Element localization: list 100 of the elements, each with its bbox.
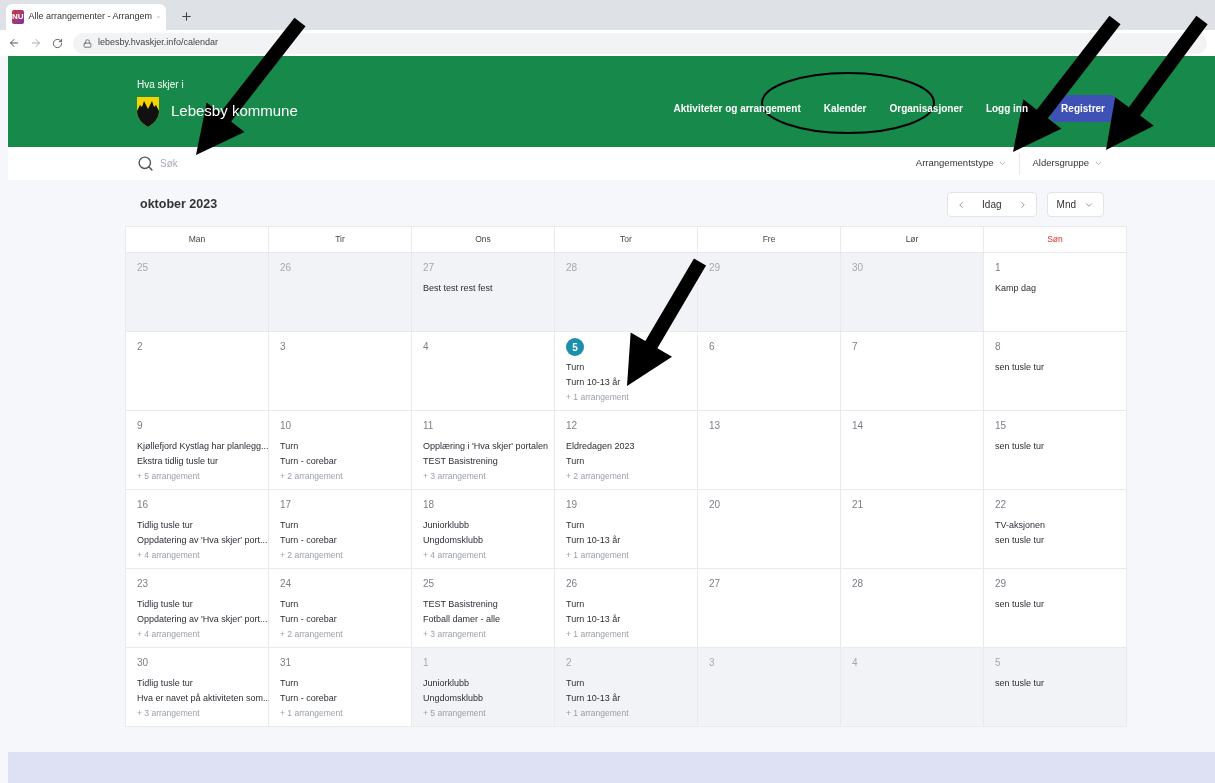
day-number: 11 xyxy=(423,419,434,433)
event-link[interactable]: sen tusle tur xyxy=(995,534,1045,546)
event-link[interactable]: Ungdomsklubb xyxy=(423,692,484,704)
event-link[interactable]: Tidlig tusle tur xyxy=(137,598,193,610)
day-cell[interactable]: 28 xyxy=(841,569,984,648)
event-link[interactable]: Turn - corebar xyxy=(280,692,337,704)
new-tab-icon[interactable] xyxy=(180,10,193,23)
today-button[interactable]: Idag xyxy=(982,197,1002,212)
day-cell[interactable]: 16 Tidlig tusle tur Oppdatering av 'Hva skjer' port... + 4 arrangement xyxy=(126,490,269,569)
filter-dropdown[interactable]: Aldersgruppe xyxy=(1019,152,1115,175)
day-cell[interactable]: 14 xyxy=(841,411,984,490)
day-cell[interactable]: 29 sen tusle tur xyxy=(984,569,1127,648)
day-cell[interactable]: 21 xyxy=(841,490,984,569)
event-link[interactable]: sen tusle tur xyxy=(995,361,1045,373)
event-link[interactable]: Turn - corebar xyxy=(280,613,337,625)
event-link[interactable]: TEST Basistrening xyxy=(423,455,498,467)
forward-icon[interactable] xyxy=(30,37,42,49)
event-link[interactable]: Oppdatering av 'Hva skjer' port... xyxy=(137,613,268,625)
event-link[interactable]: Turn xyxy=(566,455,585,467)
event-link[interactable]: Turn xyxy=(280,440,299,452)
day-cell[interactable]: 12 Eldredagen 2023 Turn + 2 arrangement xyxy=(555,411,698,490)
event-link[interactable]: Turn 10-13 år xyxy=(566,376,621,388)
day-cell[interactable]: 8 sen tusle tur xyxy=(984,332,1127,411)
day-cell[interactable]: 24 Turn Turn - corebar + 2 arrangement xyxy=(269,569,412,648)
address-bar[interactable]: lebesby.hvaskjer.info/calendar xyxy=(73,32,1207,54)
day-cell[interactable]: 2 Turn Turn 10-13 år + 1 arrangement xyxy=(555,648,698,727)
day-cell[interactable]: 30 Tidlig tusle tur Hva er navet på aktiviteten som... + 3 arrangement xyxy=(126,648,269,727)
event-link[interactable]: Fotball damer - alle xyxy=(423,613,501,625)
day-cell[interactable]: 5 sen tusle tur xyxy=(984,648,1127,727)
day-cell[interactable]: 11 Opplæring i 'Hva skjer' portalen TEST Basistrening + 3 arrangement xyxy=(412,411,555,490)
day-cell[interactable]: 15 sen tusle tur xyxy=(984,411,1127,490)
event-link[interactable]: Eldredagen 2023 xyxy=(566,440,635,452)
event-link[interactable]: Opplæring i 'Hva skjer' portalen xyxy=(423,440,548,452)
day-number: 3 xyxy=(280,340,286,354)
view-dropdown[interactable]: Mnd xyxy=(1046,192,1104,217)
filter-dropdown[interactable]: Arrangementstype xyxy=(903,152,1020,175)
event-link[interactable]: Juniorklubb xyxy=(423,519,470,531)
event-link[interactable]: Juniorklubb xyxy=(423,677,470,689)
date-navigator[interactable]: Idag xyxy=(947,192,1037,217)
day-cell[interactable]: 9 Kjøllefjord Kystlag har planlegg... Ekstra tidlig tusle tur + 5 arrangement xyxy=(126,411,269,490)
event-link[interactable]: Ungdomsklubb xyxy=(423,534,484,546)
event-link[interactable]: Tidlig tusle tur xyxy=(137,519,193,531)
day-cell[interactable]: 17 Turn Turn - corebar + 2 arrangement xyxy=(269,490,412,569)
day-cell[interactable]: 1 Kamp dag xyxy=(984,253,1127,332)
event-link[interactable]: TEST Basistrening xyxy=(423,598,498,610)
day-number: 27 xyxy=(423,261,435,275)
day-cell[interactable]: 23 Tidlig tusle tur Oppdatering av 'Hva skjer' port... + 4 arrangement xyxy=(126,569,269,648)
day-cell[interactable]: 27 xyxy=(698,569,841,648)
browser-tab[interactable]: NU Alle arrangementer - Arrangem xyxy=(6,4,166,30)
day-cell[interactable]: 3 xyxy=(269,332,412,411)
favicon: NU xyxy=(12,10,24,24)
event-link[interactable]: Tidlig tusle tur xyxy=(137,677,193,689)
day-cell[interactable]: 2 xyxy=(126,332,269,411)
event-link[interactable]: Turn 10-13 år xyxy=(566,692,621,704)
day-cell[interactable]: 26 Turn Turn 10-13 år + 1 arrangement xyxy=(555,569,698,648)
event-link[interactable]: TV-aksjonen xyxy=(995,519,1046,531)
event-link[interactable]: Kamp dag xyxy=(995,282,1037,294)
event-link[interactable]: Kjøllefjord Kystlag har planlegg... xyxy=(137,440,269,452)
event-link[interactable]: Oppdatering av 'Hva skjer' port... xyxy=(137,534,268,546)
coat-of-arms-icon xyxy=(137,96,159,127)
event-link[interactable]: sen tusle tur xyxy=(995,598,1045,610)
weekday-header: Tor xyxy=(620,233,632,246)
reload-icon[interactable] xyxy=(52,37,63,49)
day-number: 29 xyxy=(709,261,721,275)
event-link[interactable]: Hva er navet på aktiviteten som... xyxy=(137,692,271,704)
event-link[interactable]: Turn 10-13 år xyxy=(566,534,621,546)
event-link[interactable]: Turn xyxy=(566,598,585,610)
day-cell[interactable]: 13 xyxy=(698,411,841,490)
day-cell[interactable]: 19 Turn Turn 10-13 år + 1 arrangement xyxy=(555,490,698,569)
day-cell[interactable]: 7 xyxy=(841,332,984,411)
event-link[interactable]: sen tusle tur xyxy=(995,677,1045,689)
day-cell[interactable]: 6 xyxy=(698,332,841,411)
event-link[interactable]: Turn xyxy=(280,598,299,610)
day-cell[interactable]: 1 Juniorklubb Ungdomsklubb + 5 arrangement xyxy=(412,648,555,727)
event-link[interactable]: Turn xyxy=(280,677,299,689)
event-link[interactable]: Best test rest fest xyxy=(423,282,493,294)
event-link[interactable]: Turn xyxy=(566,361,585,373)
day-number: 23 xyxy=(137,577,149,591)
event-link[interactable]: Turn - corebar xyxy=(280,455,337,467)
event-link[interactable]: Turn xyxy=(566,677,585,689)
back-icon[interactable] xyxy=(8,37,20,49)
day-number: 7 xyxy=(852,340,858,354)
day-number: 3 xyxy=(709,656,715,670)
event-link[interactable]: Turn 10-13 år xyxy=(566,613,621,625)
day-cell[interactable]: 18 Juniorklubb Ungdomsklubb + 4 arrangement xyxy=(412,490,555,569)
event-link[interactable]: Turn - corebar xyxy=(280,534,337,546)
event-link[interactable]: Turn xyxy=(280,519,299,531)
event-link[interactable]: sen tusle tur xyxy=(995,440,1045,452)
nav-link[interactable]: Kalender xyxy=(823,101,867,116)
day-cell[interactable]: 22 TV-aksjonen sen tusle tur xyxy=(984,490,1127,569)
event-link[interactable]: Turn xyxy=(566,519,585,531)
day-cell[interactable]: 10 Turn Turn - corebar + 2 arrangement xyxy=(269,411,412,490)
day-cell[interactable]: 27 Best test rest fest xyxy=(412,253,555,332)
event-link[interactable]: Ekstra tidlig tusle tur xyxy=(137,455,219,467)
search-icon xyxy=(137,155,154,172)
chevron-down-icon xyxy=(1094,159,1103,168)
day-cell[interactable]: 20 xyxy=(698,490,841,569)
day-cell[interactable]: 31 Turn Turn - corebar + 1 arrangement xyxy=(269,648,412,727)
day-cell[interactable]: 4 xyxy=(412,332,555,411)
day-cell[interactable]: 25 TEST Basistrening Fotball damer - alle + 3 arrangement xyxy=(412,569,555,648)
